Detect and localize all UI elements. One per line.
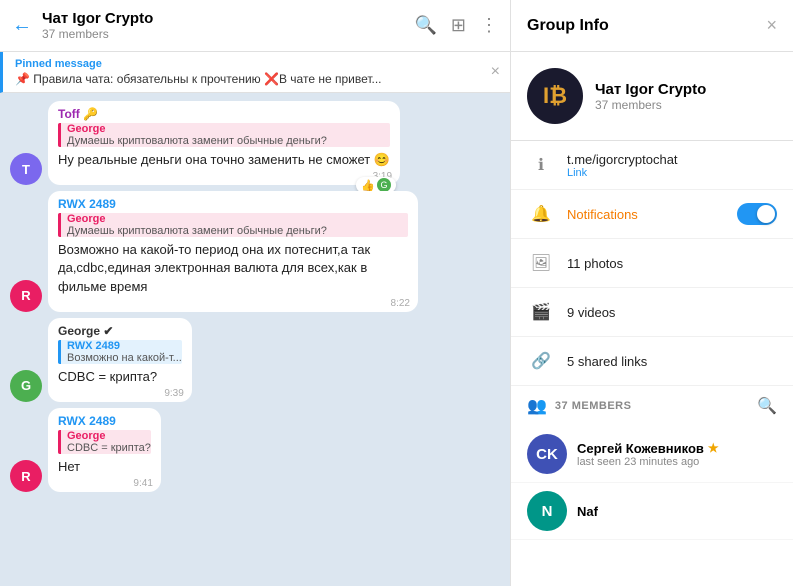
message-time: 9:41 [133, 478, 152, 489]
quoted-message: RWX 2489 Возможно на какой-т... [58, 340, 182, 364]
more-icon[interactable]: ⋮ [480, 15, 498, 36]
message-text: Нет [58, 458, 151, 476]
sender-name: George ✔ [58, 324, 182, 338]
videos-row[interactable]: 🎬 9 videos [511, 288, 793, 337]
search-icon[interactable]: 🔍 [414, 15, 436, 36]
member-name: Сергей Кожевников ★ [577, 441, 777, 456]
message-text: Возможно на какой-то период она их потес… [58, 241, 408, 296]
pinned-message[interactable]: Pinned message 📌 Правила чата: обязатель… [0, 52, 510, 93]
message-text: CDBC = крипта? [58, 368, 182, 386]
group-link: t.me/igorcryptochat [567, 152, 777, 167]
member-info: Сергей Кожевников ★ last seen 23 minutes… [577, 441, 777, 468]
avatar: N [527, 491, 567, 531]
member-status: last seen 23 minutes ago [577, 456, 777, 468]
table-row: R RWX 2489 George CDBC = крипта? Нет 9:4… [10, 408, 500, 492]
chat-title: Чат Igor Crypto [42, 10, 414, 27]
panel-header: Group Info × [511, 0, 793, 52]
quote-author: George [67, 213, 408, 225]
pinned-text: 📌 Правила чата: обязательны к прочтению … [15, 72, 445, 86]
avatar: T [10, 153, 42, 185]
notifications-toggle[interactable] [737, 203, 777, 225]
message-text: Ну реальные деньги она точно заменить не… [58, 151, 390, 169]
link-label: Link [567, 167, 777, 179]
member-info: Naf [577, 504, 777, 519]
group-info-panel: Group Info × I₿ Чат Igor Crypto 37 membe… [510, 0, 793, 586]
shared-links-row[interactable]: 🔗 5 shared links [511, 337, 793, 386]
message-bubble: George ✔ RWX 2489 Возможно на какой-т...… [48, 318, 192, 402]
videos-label: 9 videos [567, 305, 615, 320]
shared-links-label: 5 shared links [567, 354, 647, 369]
avatar: CK [527, 434, 567, 474]
group-info-header: I₿ Чат Igor Crypto 37 members [511, 52, 793, 141]
star-icon: ★ [708, 441, 719, 455]
bell-icon: 🔔 [527, 200, 555, 228]
quote-author: George [67, 123, 390, 135]
photos-label: 11 photos [567, 256, 623, 271]
members-icon: 👥 [527, 396, 547, 416]
notifications-label: Notifications [567, 207, 725, 222]
link-content: t.me/igorcryptochat Link [567, 152, 777, 179]
avatar: R [10, 280, 42, 312]
list-item[interactable]: N Naf [511, 483, 793, 540]
layout-icon[interactable]: ⊞ [451, 15, 466, 36]
table-row: R RWX 2489 George Думаешь криптовалюта з… [10, 191, 500, 312]
quote-author: RWX 2489 [67, 340, 182, 352]
notifications-row[interactable]: 🔔 Notifications [511, 190, 793, 239]
member-name: Naf [577, 504, 777, 519]
avatar: R [10, 460, 42, 492]
link-row[interactable]: ℹ t.me/igorcryptochat Link [511, 141, 793, 190]
table-row: T Toff 🔑 George Думаешь криптовалюта зам… [10, 101, 500, 185]
back-button[interactable]: ← [12, 14, 32, 37]
video-icon: 🎬 [527, 298, 555, 326]
photos-row[interactable]: 🖼 11 photos [511, 239, 793, 288]
info-icon: ℹ [527, 151, 555, 179]
sender-name: RWX 2489 [58, 414, 151, 428]
group-avatar-text: I₿ [543, 83, 567, 109]
group-avatar: I₿ [527, 68, 583, 124]
header-icons: 🔍 ⊞ ⋮ [414, 15, 498, 36]
quote-text: Возможно на какой-т... [67, 352, 182, 364]
close-button[interactable]: × [766, 15, 777, 36]
members-section-header: 👥 37 MEMBERS 🔍 [511, 386, 793, 426]
notifications-content: Notifications [567, 207, 725, 222]
members-count-label: 37 MEMBERS [555, 400, 632, 412]
photo-icon: 🖼 [527, 249, 555, 277]
table-row: G George ✔ RWX 2489 Возможно на какой-т.… [10, 318, 500, 402]
message-bubble: RWX 2489 George Думаешь криптовалюта зам… [48, 191, 418, 312]
message-time: 8:22 [391, 298, 410, 309]
chat-header-info: Чат Igor Crypto 37 members [42, 10, 414, 41]
pinned-close-button[interactable]: × [491, 63, 500, 81]
quote-author: George [67, 430, 151, 442]
quote-text: CDBC = крипта? [67, 442, 151, 454]
group-identity: Чат Igor Crypto 37 members [595, 81, 706, 112]
pinned-label: Pinned message [15, 58, 483, 70]
avatar: G [10, 370, 42, 402]
group-member-count: 37 members [595, 98, 706, 112]
sender-name: RWX 2489 [58, 197, 408, 211]
group-name: Чат Igor Crypto [595, 81, 706, 98]
message-bubble: Toff 🔑 George Думаешь криптовалюта замен… [48, 101, 400, 185]
chat-area: T Toff 🔑 George Думаешь криптовалюта зам… [0, 93, 510, 586]
panel-title: Group Info [527, 17, 609, 35]
quote-text: Думаешь криптовалюта заменит обычные ден… [67, 225, 367, 237]
toggle-circle [757, 205, 775, 223]
pin-icon: 📌 [15, 72, 30, 86]
sender-name: Toff 🔑 [58, 107, 390, 121]
chat-header: ← Чат Igor Crypto 37 members 🔍 ⊞ ⋮ [0, 0, 510, 52]
message-bubble: RWX 2489 George CDBC = крипта? Нет 9:41 [48, 408, 161, 492]
quoted-message: George Думаешь криптовалюта заменит обыч… [58, 213, 408, 237]
chat-panel: ← Чат Igor Crypto 37 members 🔍 ⊞ ⋮ Pinne… [0, 0, 510, 586]
link-icon: 🔗 [527, 347, 555, 375]
quote-text: Думаешь криптовалюта заменит обычные ден… [67, 135, 367, 147]
list-item[interactable]: CK Сергей Кожевников ★ last seen 23 minu… [511, 426, 793, 483]
quoted-message: George CDBC = крипта? [58, 430, 151, 454]
member-search-icon[interactable]: 🔍 [757, 396, 777, 416]
quoted-message: George Думаешь криптовалюта заменит обыч… [58, 123, 390, 147]
chat-members-count: 37 members [42, 27, 414, 41]
message-time: 9:39 [164, 388, 183, 399]
